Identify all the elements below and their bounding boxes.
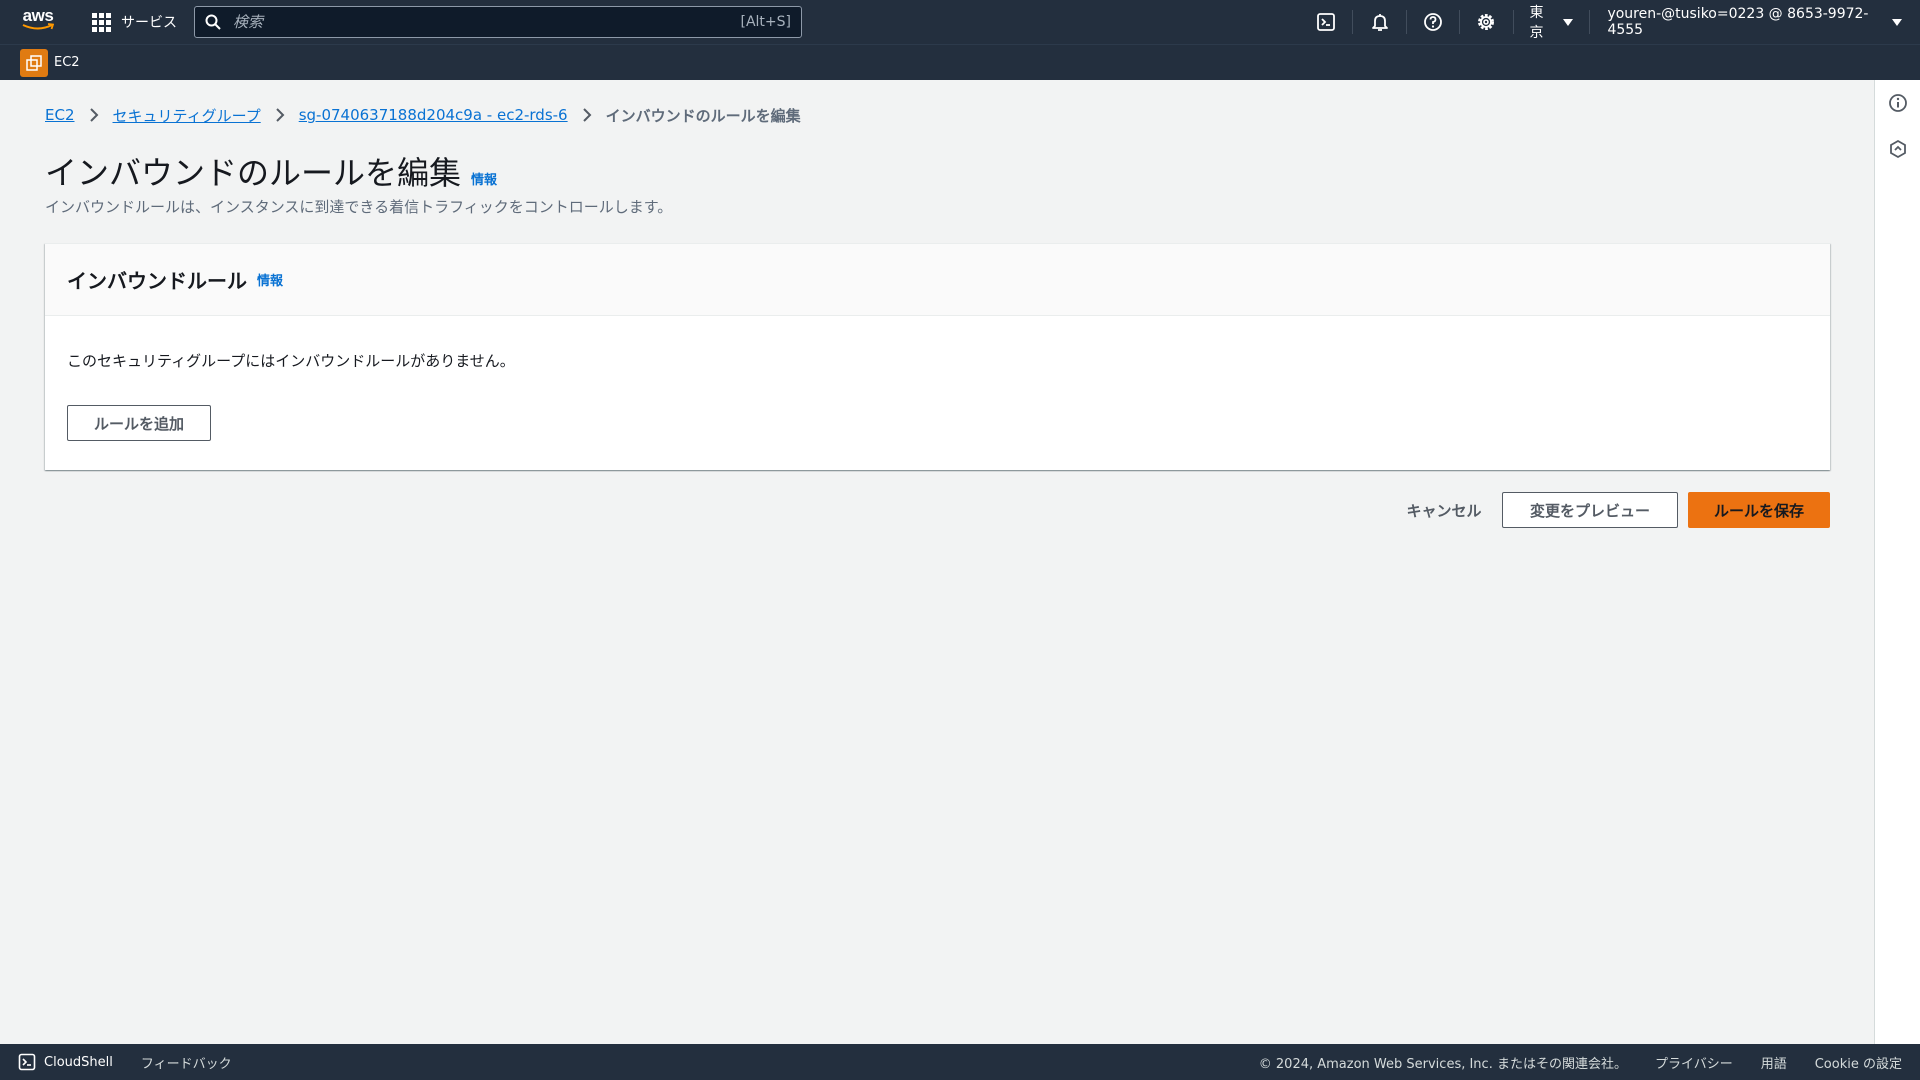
aws-logo[interactable]: aws xyxy=(20,6,56,36)
footer-right: © 2024, Amazon Web Services, Inc. またはその関… xyxy=(1259,1053,1920,1072)
cancel-button[interactable]: キャンセル xyxy=(1396,492,1492,528)
gear-icon xyxy=(1478,14,1495,30)
breadcrumb-current: インバウンドのルールを編集 xyxy=(605,106,801,125)
breadcrumb-link-ec2[interactable]: EC2 xyxy=(45,106,75,124)
services-label: サービス xyxy=(121,15,177,31)
region-selector[interactable]: 東京 xyxy=(1513,2,1588,42)
info-panel-button[interactable] xyxy=(1875,80,1920,126)
help-button[interactable] xyxy=(1407,0,1459,44)
panel-title: インバウンドルール xyxy=(67,269,247,293)
footer-cookie-link[interactable]: Cookie の設定 xyxy=(1815,1053,1902,1072)
form-actions: キャンセル 変更をプレビュー ルールを保存 xyxy=(1396,492,1830,528)
page-description: インバウンドルールは、インスタンスに到達できる着信トラフィックをコントロールしま… xyxy=(45,198,673,216)
page-title: インバウンドのルールを編集 xyxy=(45,154,462,192)
service-name[interactable]: EC2 xyxy=(54,55,80,70)
resource-panel-button[interactable] xyxy=(1875,126,1920,172)
service-bar: EC2 xyxy=(0,44,1920,80)
region-label: 東京 xyxy=(1529,5,1544,41)
account-label: youren-@tusiko=0223 @ 8653-9972-4555 xyxy=(1607,6,1869,38)
footer: CloudShell フィードバック © 2024, Amazon Web Se… xyxy=(0,1044,1920,1080)
aws-logo-text: aws xyxy=(22,6,54,25)
terminal-icon xyxy=(1317,13,1336,31)
footer-left: CloudShell フィードバック xyxy=(0,1053,232,1072)
search-input[interactable] xyxy=(233,13,741,31)
search-icon xyxy=(205,14,221,30)
nav-utility-icons: 東京 youren-@tusiko=0223 @ 8653-9972-4555 xyxy=(1300,0,1920,44)
terminal-icon xyxy=(18,1053,36,1071)
footer-cloudshell-button[interactable]: CloudShell xyxy=(18,1053,113,1071)
page-header: インバウンドのルールを編集 情報 xyxy=(45,148,497,194)
account-menu[interactable]: youren-@tusiko=0223 @ 8653-9972-4555 xyxy=(1589,6,1920,38)
notifications-button[interactable] xyxy=(1353,0,1405,44)
caret-down-icon xyxy=(1892,18,1903,26)
add-rule-button[interactable]: ルールを追加 xyxy=(67,405,211,441)
help-icon xyxy=(1424,13,1442,31)
grid-icon xyxy=(92,12,111,32)
search-bar[interactable]: [Alt+S] xyxy=(194,6,802,38)
panel-body: このセキュリティグループにはインバウンドルールがありません。 ルールを追加 xyxy=(45,316,1830,475)
top-navigation: aws サービス [Alt+S] xyxy=(0,0,1920,44)
hexagon-icon xyxy=(1890,139,1906,159)
breadcrumb-link-security-groups[interactable]: セキュリティグループ xyxy=(113,105,261,126)
settings-button[interactable] xyxy=(1460,0,1512,44)
chevron-right-icon xyxy=(275,108,285,122)
footer-terms-link[interactable]: 用語 xyxy=(1761,1053,1787,1072)
page-info-link[interactable]: 情報 xyxy=(471,169,497,188)
services-menu-button[interactable]: サービス xyxy=(92,0,177,44)
info-icon xyxy=(1889,94,1907,112)
footer-feedback-link[interactable]: フィードバック xyxy=(141,1053,232,1072)
inbound-rules-panel: インバウンドルール 情報 このセキュリティグループにはインバウンドルールがありま… xyxy=(45,243,1830,470)
ec2-icon xyxy=(26,54,42,71)
footer-cloudshell-label: CloudShell xyxy=(44,1054,113,1070)
preview-changes-button[interactable]: 変更をプレビュー xyxy=(1502,492,1678,528)
caret-down-icon xyxy=(1562,18,1573,26)
breadcrumb: EC2 セキュリティグループ sg-0740637188d204c9a - ec… xyxy=(45,104,801,126)
footer-privacy-link[interactable]: プライバシー xyxy=(1655,1053,1733,1072)
bell-icon xyxy=(1371,14,1388,31)
chevron-right-icon xyxy=(89,108,99,122)
empty-state-text: このセキュリティグループにはインバウンドルールがありません。 xyxy=(67,352,515,370)
panel-info-link[interactable]: 情報 xyxy=(257,270,283,289)
panel-header: インバウンドルール 情報 xyxy=(45,244,1830,316)
footer-copyright: © 2024, Amazon Web Services, Inc. またはその関… xyxy=(1258,1056,1627,1072)
aws-smile-icon xyxy=(22,23,54,30)
right-tools-rail xyxy=(1874,80,1920,1044)
search-shortcut-hint: [Alt+S] xyxy=(740,14,792,30)
save-rules-button[interactable]: ルールを保存 xyxy=(1688,492,1830,528)
cloudshell-button[interactable] xyxy=(1300,0,1352,44)
ec2-service-icon[interactable] xyxy=(20,48,48,77)
breadcrumb-link-security-group[interactable]: sg-0740637188d204c9a - ec2-rds-6 xyxy=(299,106,568,124)
chevron-right-icon xyxy=(582,108,592,122)
